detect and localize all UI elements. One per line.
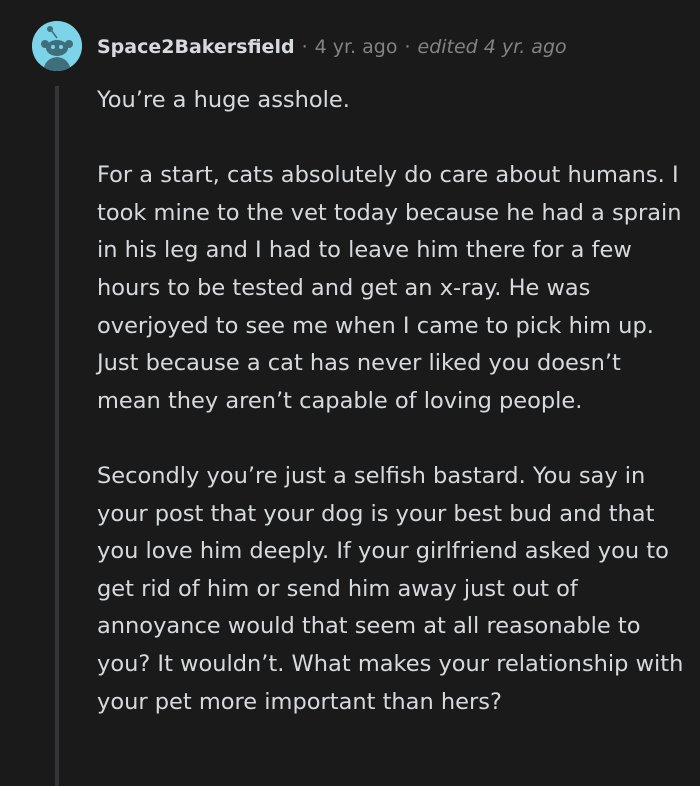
timestamp-link[interactable]: 4 yr. ago <box>315 36 398 58</box>
comment-body: You’re a huge asshole. For a start, cats… <box>97 82 687 759</box>
comment-paragraph: For a start, cats absolutely do care abo… <box>97 162 682 414</box>
edited-label: edited 4 yr. ago <box>417 36 567 58</box>
comment-meta: Space2Bakersfield · 4 yr. ago · edited 4… <box>97 34 567 60</box>
comment: Space2Bakersfield · 4 yr. ago · edited 4… <box>0 0 700 786</box>
comment-paragraph: Secondly you’re just a selfish bastard. … <box>97 462 684 715</box>
thread-collapse-line[interactable] <box>55 86 59 786</box>
meta-separator: · <box>301 36 308 58</box>
snoo-avatar-icon[interactable] <box>32 21 82 71</box>
meta-separator: · <box>404 36 411 58</box>
comment-paragraph: You’re a huge asshole. <box>97 87 350 113</box>
author-link[interactable]: Space2Bakersfield <box>97 36 295 58</box>
